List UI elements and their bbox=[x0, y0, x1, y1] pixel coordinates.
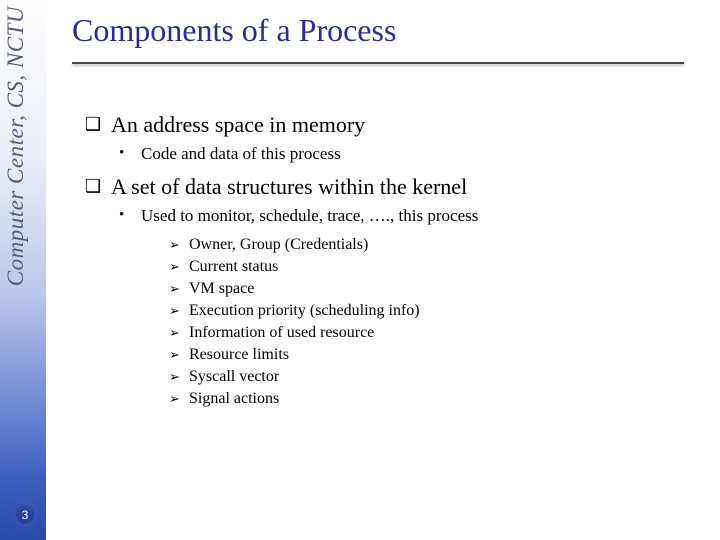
arrow-bullet-icon: ➢ bbox=[169, 391, 180, 407]
sub-bullet-list: ➢ Owner, Group (Credentials) ➢ Current s… bbox=[85, 236, 685, 408]
square-bullet-icon: ❑ bbox=[85, 176, 101, 197]
sidebar-label: Computer Center, CS, NCTU bbox=[3, 6, 29, 286]
square-bullet-icon: ❑ bbox=[85, 114, 101, 135]
bullet-level3: ➢ Execution priority (scheduling info) bbox=[85, 302, 685, 320]
arrow-bullet-icon: ➢ bbox=[169, 325, 180, 341]
bullet-level1: ❑ An address space in memory bbox=[85, 112, 685, 138]
title-underline bbox=[72, 62, 684, 64]
bullet-text: Syscall vector bbox=[189, 368, 279, 385]
dot-bullet-icon: • bbox=[119, 207, 124, 224]
bullet-text: Owner, Group (Credentials) bbox=[189, 236, 368, 253]
bullet-level1: ❑ A set of data structures within the ke… bbox=[85, 174, 685, 200]
bullet-level3: ➢ Current status bbox=[85, 258, 685, 276]
bullet-level3: ➢ Syscall vector bbox=[85, 368, 685, 386]
bullet-text: Code and data of this process bbox=[141, 144, 341, 163]
bullet-text: Resource limits bbox=[189, 346, 289, 363]
page-number-badge: 3 bbox=[14, 504, 36, 526]
bullet-text: Signal actions bbox=[189, 390, 279, 407]
bullet-level3: ➢ Resource limits bbox=[85, 346, 685, 364]
arrow-bullet-icon: ➢ bbox=[169, 259, 180, 275]
bullet-text: Current status bbox=[189, 258, 278, 275]
bullet-text: Used to monitor, schedule, trace, …., th… bbox=[141, 206, 478, 225]
arrow-bullet-icon: ➢ bbox=[169, 237, 180, 253]
bullet-text: An address space in memory bbox=[111, 112, 365, 137]
dot-bullet-icon: • bbox=[119, 145, 124, 162]
bullet-text: Execution priority (scheduling info) bbox=[189, 302, 420, 319]
arrow-bullet-icon: ➢ bbox=[169, 347, 180, 363]
bullet-level2: • Used to monitor, schedule, trace, …., … bbox=[85, 206, 685, 226]
slide: Computer Center, CS, NCTU 3 Components o… bbox=[0, 0, 720, 540]
arrow-bullet-icon: ➢ bbox=[169, 281, 180, 297]
bullet-text: VM space bbox=[189, 280, 254, 297]
bullet-level2: • Code and data of this process bbox=[85, 144, 685, 164]
bullet-level3: ➢ Information of used resource bbox=[85, 324, 685, 342]
bullet-text: Information of used resource bbox=[189, 324, 374, 341]
bullet-text: A set of data structures within the kern… bbox=[111, 174, 467, 199]
slide-body: ❑ An address space in memory • Code and … bbox=[85, 108, 685, 412]
arrow-bullet-icon: ➢ bbox=[169, 369, 180, 385]
arrow-bullet-icon: ➢ bbox=[169, 303, 180, 319]
slide-title: Components of a Process bbox=[72, 12, 396, 49]
bullet-level3: ➢ Owner, Group (Credentials) bbox=[85, 236, 685, 254]
bullet-level3: ➢ VM space bbox=[85, 280, 685, 298]
bullet-level3: ➢ Signal actions bbox=[85, 390, 685, 408]
